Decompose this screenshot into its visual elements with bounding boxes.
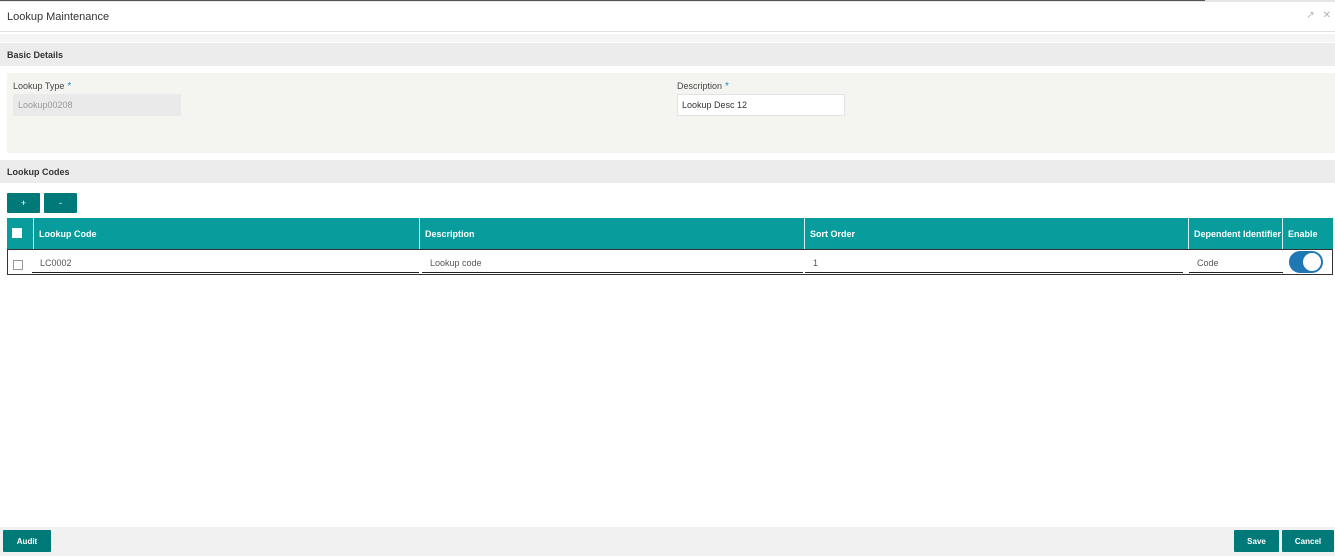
column-dependent-identifier[interactable]: Dependent Identifier <box>1188 218 1282 249</box>
enable-toggle[interactable] <box>1289 251 1323 273</box>
window-titlebar: Lookup Maintenance ↗︎ ✕ <box>0 2 1335 32</box>
close-icon[interactable]: ✕ <box>1323 10 1331 21</box>
required-mark: * <box>725 81 729 92</box>
save-button[interactable]: Save <box>1234 530 1279 552</box>
collapse-icon[interactable]: ↗︎ <box>1306 10 1314 21</box>
row-checkbox[interactable] <box>13 260 23 270</box>
toggle-knob <box>1303 253 1321 271</box>
lookup-codes-grid: Lookup Code Description Sort Order Depen… <box>7 218 1333 275</box>
sort-order-cell[interactable]: 1 <box>805 251 1183 273</box>
description-label: Description * <box>677 81 729 92</box>
lookup-codes-heading: Lookup Codes <box>7 167 70 177</box>
add-row-button[interactable]: + <box>7 193 40 213</box>
description-label-text: Description <box>677 81 723 91</box>
description-cell[interactable]: Lookup code <box>422 251 803 273</box>
select-all-checkbox[interactable] <box>12 228 22 238</box>
remove-row-button[interactable]: - <box>44 193 77 213</box>
required-mark: * <box>67 81 72 92</box>
lookup-type-label: Lookup Type * <box>13 81 71 92</box>
footer-bar: Audit Save Cancel <box>0 527 1335 556</box>
lookup-type-input <box>13 94 181 116</box>
lookup-code-cell[interactable]: LC0002 <box>32 251 419 273</box>
cancel-button[interactable]: Cancel <box>1282 530 1334 552</box>
column-description[interactable]: Description <box>419 218 804 249</box>
basic-details-heading: Basic Details <box>7 50 64 60</box>
column-enable[interactable]: Enable <box>1282 218 1333 249</box>
table-row[interactable]: LC0002 Lookup code 1 Code <box>7 249 1333 275</box>
basic-details-header: Basic Details <box>0 43 1335 66</box>
column-sort-order[interactable]: Sort Order <box>804 218 1188 249</box>
basic-details-panel: Lookup Type* Description* <box>7 73 1335 153</box>
description-input[interactable] <box>677 94 845 116</box>
audit-button[interactable]: Audit <box>3 530 51 552</box>
window-controls: ↗︎ ✕ <box>1306 10 1331 21</box>
header-strip <box>0 34 1335 42</box>
window-title: Lookup Maintenance <box>7 11 110 23</box>
grid-header: Lookup Code Description Sort Order Depen… <box>7 218 1333 249</box>
lookup-type-label-text: Lookup Type <box>13 81 65 91</box>
dependent-identifier-cell[interactable]: Code <box>1189 251 1283 273</box>
column-lookup-code[interactable]: Lookup Code <box>33 218 419 249</box>
lookup-codes-header: Lookup Codes <box>0 160 1335 183</box>
select-all-column <box>7 218 33 249</box>
